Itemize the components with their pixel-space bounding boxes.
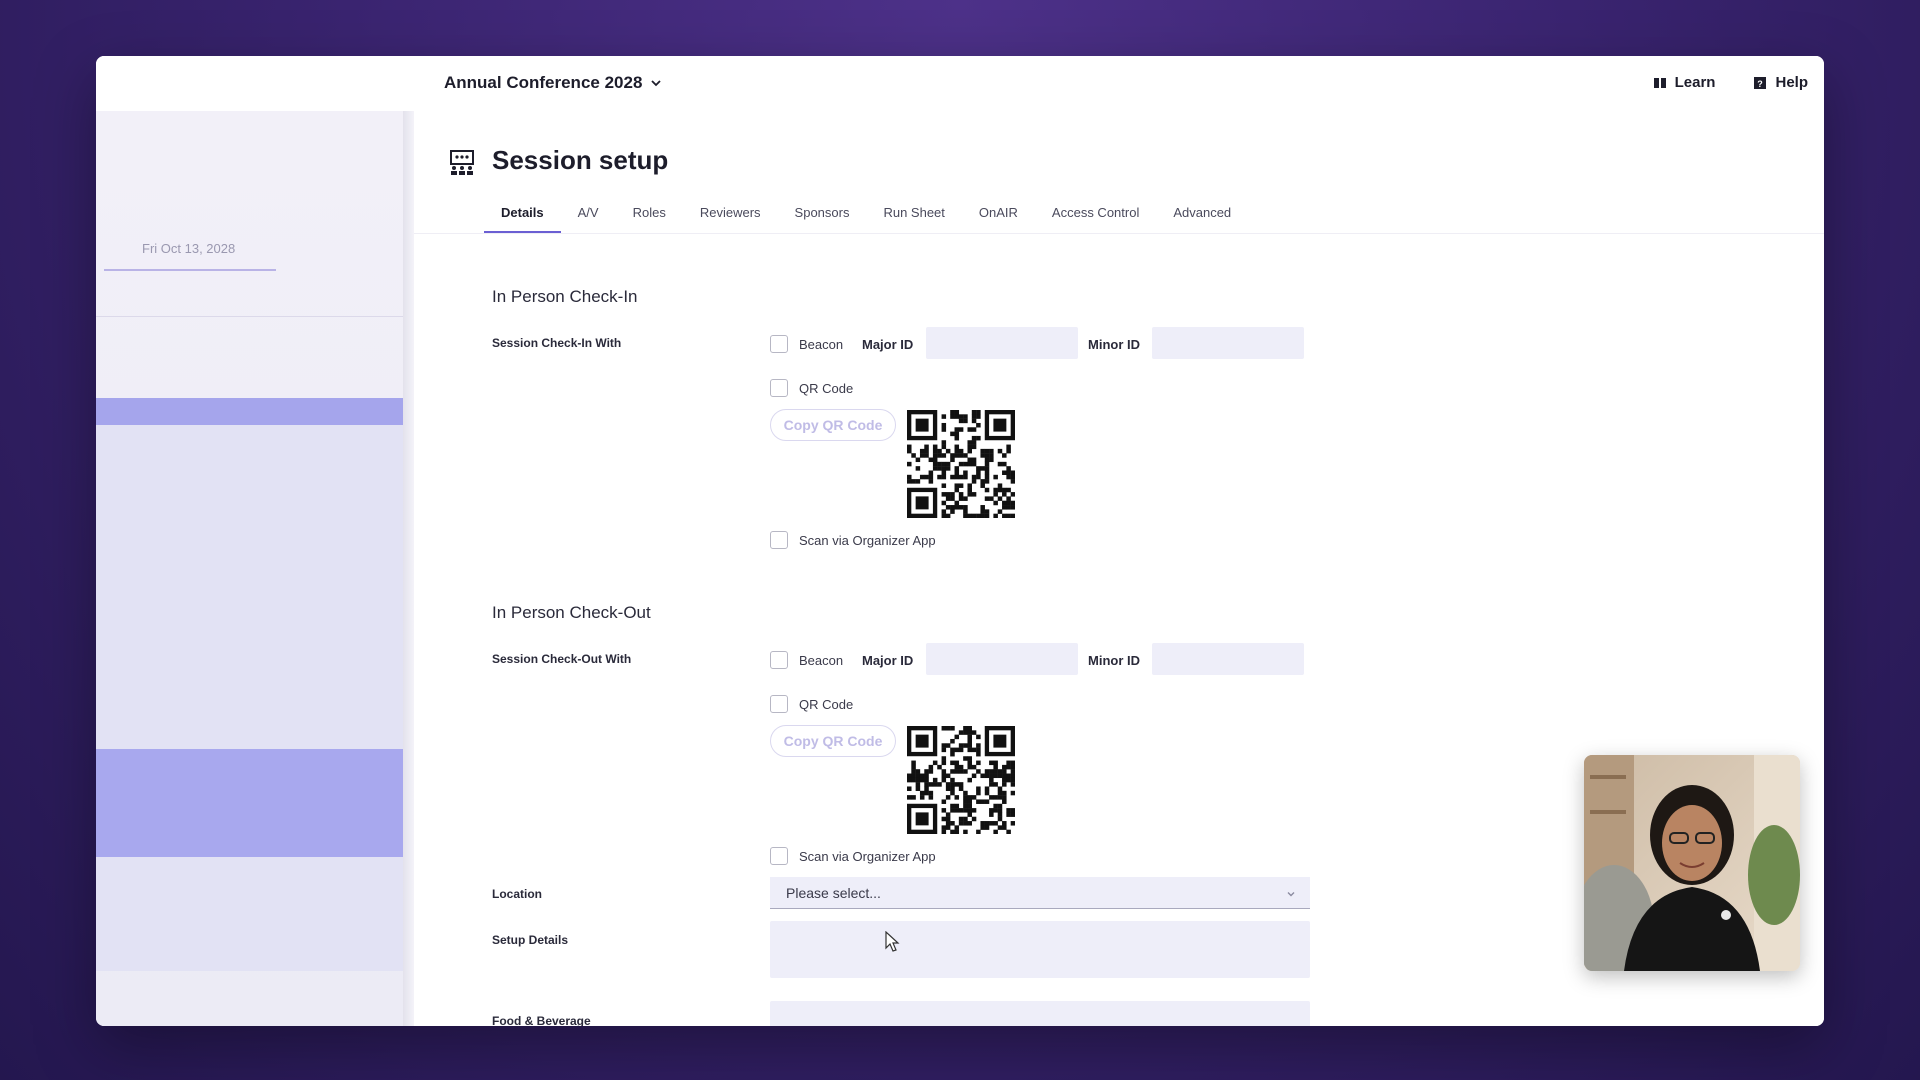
tab-details[interactable]: Details	[484, 199, 561, 233]
sidebar-edge	[403, 111, 414, 1026]
checkout-beacon-label: Beacon	[799, 653, 844, 668]
checkout-label: Session Check-Out With	[492, 652, 632, 666]
checkin-beacon-checkbox[interactable]	[770, 335, 788, 353]
checkin-minor-id-label: Minor ID	[1088, 337, 1140, 352]
tab-advanced[interactable]: Advanced	[1156, 199, 1248, 233]
checkin-section-title: In Person Check-In	[492, 287, 638, 306]
chevron-down-icon	[651, 80, 662, 87]
sidebar-divider	[96, 316, 414, 317]
checkin-label: Session Check-In With	[492, 336, 622, 350]
checkout-major-id-label: Major ID	[862, 653, 914, 668]
tab-divider	[414, 233, 1824, 234]
help-book-icon: ?	[1754, 76, 1767, 89]
help-link[interactable]: ? Help	[1753, 74, 1808, 91]
tab-onair[interactable]: OnAIR	[962, 199, 1035, 233]
learn-link[interactable]: Learn	[1653, 74, 1716, 91]
checkout-qr-checkbox[interactable]	[770, 695, 788, 713]
sidebar-date-tab[interactable]: Fri Oct 13, 2028	[142, 241, 235, 256]
checkin-minor-id-input[interactable]	[1152, 327, 1304, 359]
setup-details-input[interactable]	[770, 921, 1310, 978]
session-row-highlight[interactable]	[96, 749, 403, 857]
checkin-scan-label: Scan via Organizer App	[799, 533, 936, 548]
event-title: Annual Conference 2028	[444, 73, 643, 92]
chevron-down-icon	[1287, 892, 1295, 897]
tab-roles[interactable]: Roles	[616, 199, 683, 233]
checkout-minor-id-label: Minor ID	[1088, 653, 1140, 668]
tab-sponsors[interactable]: Sponsors	[778, 199, 867, 233]
checkin-scan-checkbox[interactable]	[770, 531, 788, 549]
session-row-selected[interactable]	[96, 398, 403, 425]
location-select[interactable]: Please select...	[770, 877, 1310, 909]
checkout-minor-id-input[interactable]	[1152, 643, 1304, 675]
page-header: Session setup Details A/V Roles Reviewer…	[414, 111, 1824, 236]
checkin-qr-code	[907, 410, 1015, 518]
presenter-image	[1584, 755, 1800, 971]
top-links: Learn ? Help	[1653, 74, 1808, 91]
help-label: Help	[1775, 74, 1808, 91]
location-label: Location	[492, 887, 542, 901]
learn-label: Learn	[1674, 74, 1716, 91]
checkout-copy-qr-button[interactable]: Copy QR Code	[770, 725, 896, 757]
checkout-scan-checkbox[interactable]	[770, 847, 788, 865]
checkout-section-title: In Person Check-Out	[492, 603, 651, 622]
location-select-value: Please select...	[786, 884, 881, 901]
checkout-major-id-input[interactable]	[926, 643, 1078, 675]
food-beverage-label: Food & Beverage	[492, 1014, 591, 1026]
tab-access-control[interactable]: Access Control	[1035, 199, 1156, 233]
tab-av[interactable]: A/V	[561, 199, 616, 233]
checkin-qr-checkbox[interactable]	[770, 379, 788, 397]
checkin-beacon-label: Beacon	[799, 337, 844, 352]
setup-details-label: Setup Details	[492, 933, 569, 947]
event-selector[interactable]: Annual Conference 2028	[444, 73, 662, 93]
checkin-major-id-label: Major ID	[862, 337, 914, 352]
checkin-major-id-input[interactable]	[926, 327, 1078, 359]
food-beverage-input[interactable]	[770, 1001, 1310, 1026]
svg-text:?: ?	[1758, 79, 1764, 89]
tab-run-sheet[interactable]: Run Sheet	[866, 199, 961, 233]
checkout-qr-code	[907, 726, 1015, 834]
checkout-scan-label: Scan via Organizer App	[799, 849, 936, 864]
book-icon	[1653, 77, 1666, 88]
session-column	[96, 398, 403, 971]
session-room-icon	[450, 150, 474, 175]
app-window: Annual Conference 2028 Learn ? Help Fri …	[96, 56, 1824, 1026]
checkout-qr-label: QR Code	[799, 697, 854, 712]
checkout-beacon-checkbox[interactable]	[770, 651, 788, 669]
top-bar: Annual Conference 2028 Learn ? Help	[96, 56, 1824, 111]
tab-reviewers[interactable]: Reviewers	[683, 199, 778, 233]
checkin-copy-qr-button[interactable]: Copy QR Code	[770, 409, 896, 441]
presenter-video	[1584, 755, 1800, 971]
mouse-cursor-icon	[885, 931, 900, 952]
page-title: Session setup	[492, 145, 669, 175]
checkin-qr-label: QR Code	[799, 381, 854, 396]
tab-bar: Details A/V Roles Reviewers Sponsors Run…	[484, 199, 1248, 233]
date-tab-underline	[104, 269, 276, 271]
